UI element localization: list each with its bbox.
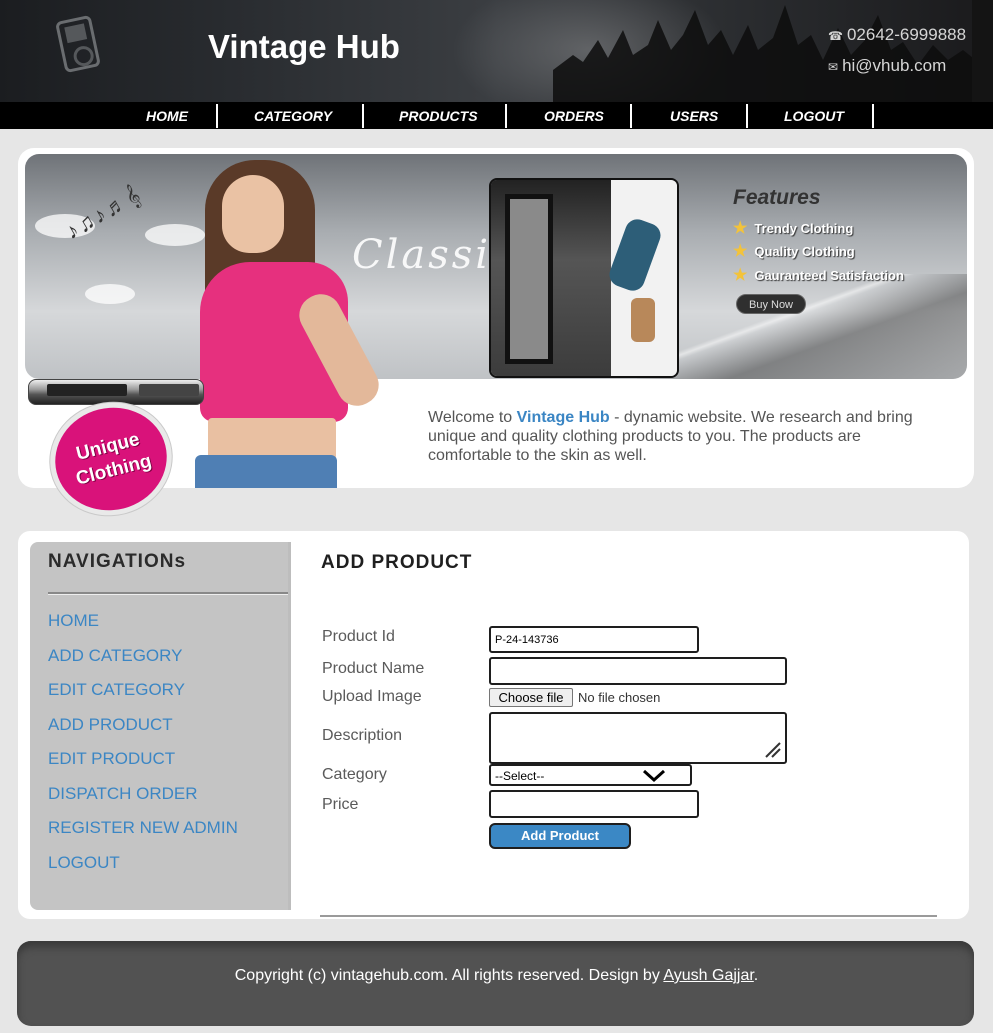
product-name-label: Product Name [322,660,425,677]
site-title: Vintage Hub [208,28,400,65]
ipod-icon [54,14,102,74]
mail-icon: ✉ [828,60,839,74]
product-id-field[interactable] [489,626,699,653]
sidebar-item-dispatch-order[interactable]: DISPATCH ORDER [48,784,198,804]
buy-now-button[interactable]: Buy Now [736,294,806,314]
banner-model-face [222,175,284,253]
nav-home[interactable]: HOME [146,108,188,124]
cloud [145,224,205,246]
author-link[interactable]: Ayush Gajjar [663,967,753,984]
category-label: Category [322,766,387,783]
choose-file-button[interactable]: Choose file [489,688,573,707]
sidebar-item-edit-product[interactable]: EDIT PRODUCT [48,749,175,769]
feature-label: Gauranteed Satisfaction [754,268,904,283]
product-id-label: Product Id [322,628,395,645]
description-field[interactable] [489,712,787,764]
upload-image-label: Upload Image [322,688,422,705]
nav-logout[interactable]: LOGOUT [784,108,844,124]
nav-separator [872,104,874,128]
feature-item: ★ Trendy Clothing [733,218,853,238]
category-select[interactable]: --Select-- [489,764,692,786]
phone-number: 02642-6999888 [846,25,967,44]
welcome-site-name: Vintage Hub [516,409,610,426]
banner-model-jeans [195,455,337,488]
star-icon: ★ [733,243,748,260]
feature-item: ★ Quality Clothing [733,241,855,261]
nav-separator [216,104,218,128]
sidebar-divider [48,592,288,595]
sidebar-item-logout[interactable]: LOGOUT [48,853,120,873]
cloud [85,284,135,304]
sidebar-item-add-category[interactable]: ADD CATEGORY [48,646,182,666]
chevron-down-icon [642,769,666,783]
content-divider [320,915,937,917]
sidebar-item-home[interactable]: HOME [48,611,99,631]
contact-email: ✉ hi@vhub.com [828,56,946,76]
welcome-prefix: Welcome to [428,409,517,426]
footer-copyright: Copyright (c) vintagehub.com. All rights… [0,967,993,985]
email-address: hi@vhub.com [842,56,947,75]
product-name-field[interactable] [489,657,787,685]
feature-item: ★ Gauranteed Satisfaction [733,265,904,285]
copyright-text: Copyright (c) vintagehub.com. All rights… [234,967,664,984]
welcome-text: Welcome to Vintage Hub - dynamic website… [428,408,928,465]
price-field[interactable] [489,790,699,818]
resize-handle-icon[interactable] [764,741,782,759]
add-product-button[interactable]: Add Product [489,823,631,849]
copyright-end: . [753,967,759,984]
features-title: Features [733,186,821,209]
site-header: Vintage Hub ☎ 02642-6999888 ✉ hi@vhub.com [0,0,993,102]
feature-label: Quality Clothing [754,244,855,259]
nav-category[interactable]: CATEGORY [254,108,332,124]
file-status: No file chosen [578,690,661,705]
page-title: ADD PRODUCT [321,552,473,573]
crowd-silhouette [553,5,973,102]
top-nav: HOME CATEGORY PRODUCTS ORDERS USERS LOGO… [0,102,993,129]
banner-beams [637,274,967,379]
price-label: Price [322,796,359,813]
nav-separator [630,104,632,128]
nav-separator [505,104,507,128]
ipod-device-image [28,379,204,405]
banner-model-waist [208,418,336,460]
sidebar-item-register-admin[interactable]: REGISTER NEW ADMIN [48,818,238,838]
nav-users[interactable]: USERS [670,108,718,124]
nav-separator [746,104,748,128]
contact-phone: ☎ 02642-6999888 [828,25,966,45]
star-icon: ★ [733,220,748,237]
nav-orders[interactable]: ORDERS [544,108,604,124]
header-edge [972,0,993,102]
phone-icon: ☎ [828,29,843,43]
sidebar-item-add-product[interactable]: ADD PRODUCT [48,715,173,735]
sidebar-title: NAVIGATIONs [48,551,187,572]
sidebar-item-edit-category[interactable]: EDIT CATEGORY [48,680,185,700]
star-icon: ★ [733,267,748,284]
nav-products[interactable]: PRODUCTS [399,108,478,124]
category-selected-value: --Select-- [495,769,545,783]
description-label: Description [322,727,403,744]
nav-separator [362,104,364,128]
feature-label: Trendy Clothing [754,221,854,236]
banner-phone-image [489,178,679,378]
